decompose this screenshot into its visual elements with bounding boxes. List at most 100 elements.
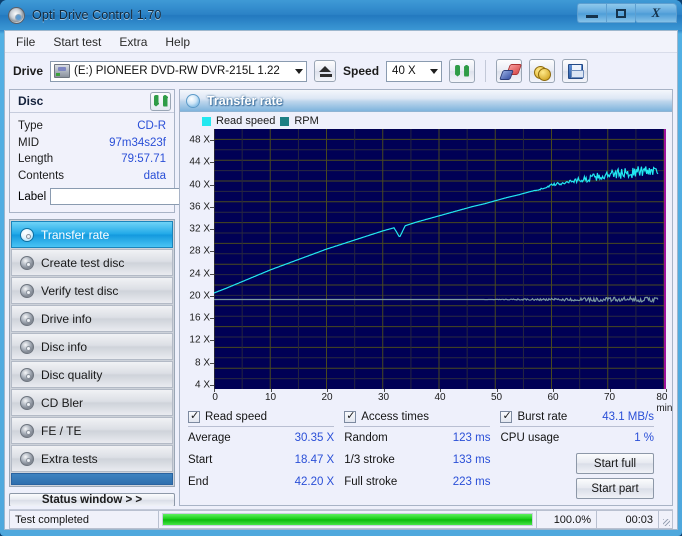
sidebar-item-disc-info[interactable]: Disc info bbox=[11, 333, 173, 360]
elapsed-time: 00:03 bbox=[597, 510, 659, 529]
stats-read-speed: Read speed Average 30.35 X Start 18.47 X… bbox=[188, 409, 344, 505]
sidebar-item-transfer-rate[interactable]: Transfer rate bbox=[11, 221, 173, 248]
toolbar: Drive (E:) PIONEER DVD-RW DVR-215L 1.22 … bbox=[5, 53, 677, 89]
menu-item-extra[interactable]: Extra bbox=[119, 35, 147, 49]
speed-label: Speed bbox=[343, 64, 380, 78]
resize-grip[interactable] bbox=[659, 510, 673, 529]
left-sidebar: Disc Type CD-R MID 97m34s23f Length 79:5… bbox=[9, 89, 249, 506]
sidebar-item-extra-tests[interactable]: Extra tests bbox=[11, 445, 173, 472]
disc-row-length: Length 79:57.71 bbox=[18, 151, 166, 168]
speed-select[interactable]: 40 X bbox=[386, 60, 443, 82]
disc-row-key: Type bbox=[18, 120, 43, 132]
progress-percent: 100.0% bbox=[537, 510, 597, 529]
disc-row-key: Length bbox=[18, 153, 54, 165]
sidebar-item-verify-test-disc[interactable]: Verify test disc bbox=[11, 277, 173, 304]
save-button[interactable] bbox=[562, 59, 589, 83]
stat-row-start: Start 18.47 X bbox=[188, 449, 334, 471]
sidebar-item-label: FE / TE bbox=[41, 423, 82, 438]
menu-item-file[interactable]: File bbox=[16, 35, 35, 49]
stat-key: Full stroke bbox=[344, 476, 398, 488]
sidebar-item-disc-quality[interactable]: Disc quality bbox=[11, 361, 173, 388]
menu-bar: File Start test Extra Help bbox=[5, 31, 677, 53]
eject-icon bbox=[319, 66, 332, 72]
coins-icon bbox=[533, 64, 551, 81]
x-tick bbox=[666, 389, 667, 392]
client-area: File Start test Extra Help Drive (E:) PI… bbox=[4, 30, 678, 530]
close-icon: X bbox=[651, 5, 661, 20]
stat-value: 133 ms bbox=[452, 454, 491, 466]
sidebar-item-fe-te[interactable]: FE / TE bbox=[11, 417, 173, 444]
access-times-checkbox[interactable] bbox=[344, 409, 357, 423]
legend-swatch-read-speed bbox=[202, 116, 211, 126]
x-tick-label: 20 bbox=[321, 392, 333, 403]
stat-row-random: Random 123 ms bbox=[344, 427, 490, 449]
close-button[interactable]: X bbox=[635, 3, 677, 23]
x-tick-label: 40 bbox=[434, 392, 446, 403]
disc-icon bbox=[20, 367, 34, 382]
disc-row-value: 97m34s23f bbox=[109, 136, 166, 149]
chart-plot bbox=[214, 129, 666, 389]
y-tick-label: 4 X bbox=[194, 379, 210, 391]
chevron-down-icon bbox=[295, 69, 304, 74]
progress-fill bbox=[163, 514, 532, 525]
x-tick bbox=[496, 389, 498, 392]
start-full-button[interactable]: Start full bbox=[576, 453, 655, 474]
disc-icon bbox=[20, 395, 34, 410]
status-window-button[interactable]: Status window > > bbox=[9, 493, 175, 506]
read-speed-checkbox[interactable] bbox=[188, 409, 200, 423]
sidebar-item-drive-info[interactable]: Drive info bbox=[11, 305, 173, 332]
x-tick-label: 30 bbox=[377, 392, 390, 403]
status-text: Test completed bbox=[9, 510, 159, 529]
menu-item-help[interactable]: Help bbox=[165, 35, 190, 49]
refresh-icon bbox=[454, 64, 470, 79]
maximize-button[interactable] bbox=[606, 3, 635, 23]
stat-value: 42.20 X bbox=[294, 476, 335, 488]
burst-rate-title: Burst rate bbox=[517, 411, 568, 423]
chart-x-axis: 0 10 20 30 40 50 60 70 80 min bbox=[212, 389, 672, 414]
sidebar-item-label: Disc info bbox=[41, 339, 88, 354]
disc-row-key: Contents bbox=[18, 169, 65, 182]
chart-y-axis: 4 X 8 X 12 X 16 X 20 X 24 X 28 X 32 X 36 X 40 X 44… bbox=[184, 129, 214, 407]
disc-info-rows: Type CD-R MID 97m34s23f Length 79:57.71 bbox=[10, 113, 249, 212]
sidebar-item-create-test-disc[interactable]: Create test disc bbox=[11, 249, 173, 276]
status-bar: Test completed 100.0% 00:03 bbox=[9, 509, 673, 529]
y-tick-label: 32 X bbox=[189, 223, 210, 235]
window-controls: X bbox=[577, 3, 677, 23]
disc-row-value: data bbox=[143, 169, 166, 182]
chart-area: 4 X 8 X 12 X 16 X 20 X 24 X 28 X 32 X 36 X 40 X 44… bbox=[180, 129, 672, 414]
y-tick-label: 44 X bbox=[189, 156, 210, 168]
x-tick-label: 10 bbox=[264, 392, 277, 403]
start-part-button[interactable]: Start part bbox=[576, 478, 655, 499]
disc-row-value: CD-R bbox=[137, 120, 166, 132]
y-tick-label: 48 X bbox=[189, 134, 210, 146]
erase-button[interactable] bbox=[496, 59, 523, 83]
stat-key: Average bbox=[188, 432, 231, 444]
x-tick bbox=[327, 389, 328, 392]
disc-icon bbox=[20, 451, 34, 466]
chart-panel-header: Transfer rate bbox=[180, 90, 672, 112]
minimize-button[interactable] bbox=[577, 3, 606, 23]
maximize-icon bbox=[616, 8, 626, 18]
disc-icon bbox=[20, 283, 34, 298]
drive-label: Drive bbox=[13, 64, 44, 78]
disc-icon bbox=[20, 339, 34, 354]
menu-item-start-test[interactable]: Start test bbox=[53, 35, 101, 49]
sidebar-item-label: CD Bler bbox=[41, 395, 84, 410]
settings-button[interactable] bbox=[529, 59, 556, 83]
nav-list-spacer bbox=[11, 473, 173, 485]
refresh-button[interactable] bbox=[449, 59, 476, 83]
x-tick-label: 0 bbox=[212, 392, 218, 403]
sidebar-item-cd-bler[interactable]: CD Bler bbox=[11, 389, 173, 416]
read-speed-title: Read speed bbox=[205, 411, 268, 423]
stat-key: End bbox=[188, 476, 209, 488]
legend-swatch-rpm bbox=[280, 116, 290, 126]
disc-refresh-button[interactable] bbox=[150, 91, 171, 111]
stat-key: Start bbox=[188, 454, 213, 466]
app-disc-icon bbox=[8, 6, 25, 24]
eject-button[interactable] bbox=[314, 60, 337, 82]
burst-rate-checkbox[interactable] bbox=[500, 409, 513, 423]
stat-key: 1/3 stroke bbox=[344, 454, 395, 466]
stat-value: 18.47 X bbox=[294, 454, 335, 466]
sidebar-item-label: Verify test disc bbox=[41, 283, 119, 298]
drive-select[interactable]: (E:) PIONEER DVD-RW DVR-215L 1.22 bbox=[50, 60, 308, 82]
